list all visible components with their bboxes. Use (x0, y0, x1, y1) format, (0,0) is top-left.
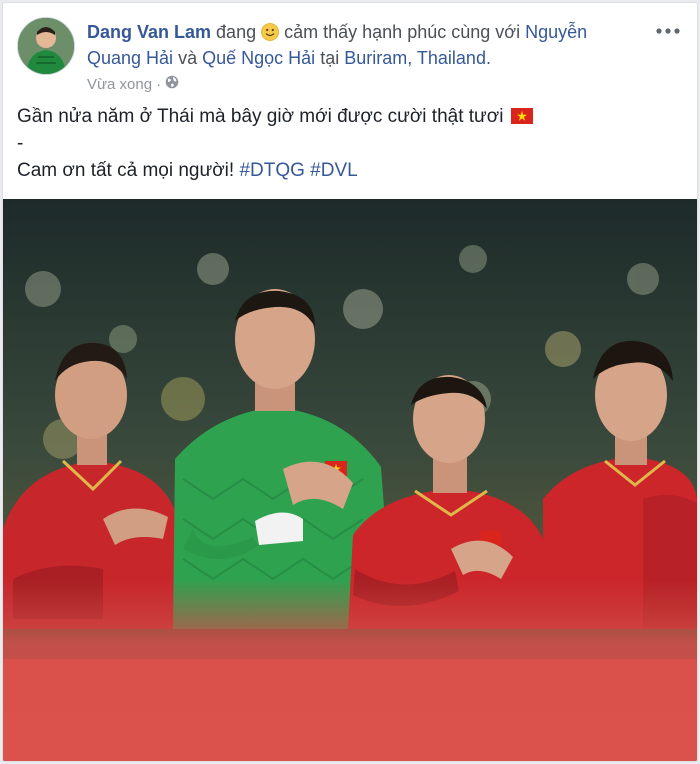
post-line-3-text: Cam ơn tất cả mọi người! (17, 160, 235, 181)
hashtag-dtqg[interactable]: #DTQG (239, 160, 304, 181)
post-body: Gần nửa năm ở Thái mà bây giờ mới được c… (17, 103, 677, 184)
verb-text: đang (216, 22, 257, 42)
post-line-3: Cam ơn tất cả mọi người! #DTQG #DVL (17, 157, 677, 184)
post-header: Dang Van Lam đang cảm thấy hạnh phúc cùn… (17, 17, 683, 93)
post-line-1: Gần nửa năm ở Thái mà bây giờ mới được c… (17, 103, 677, 130)
feeling-text: cảm thấy hạnh phúc (284, 22, 447, 42)
with-text: cùng với (451, 22, 521, 42)
post-photo[interactable] (3, 199, 697, 761)
vietnam-flag-icon (510, 108, 533, 124)
globe-icon[interactable] (165, 75, 179, 93)
location-link[interactable]: Buriram, Thailand. (344, 48, 491, 68)
tagged-friend-2[interactable]: Quế Ngọc Hải (202, 48, 315, 68)
post-line-2: - (17, 133, 24, 154)
post-meta: Vừa xong · (87, 75, 179, 93)
at-text: tại (320, 48, 340, 68)
and-text: và (178, 48, 198, 68)
post-line-1-text: Gần nửa năm ở Thái mà bây giờ mới được c… (17, 106, 504, 127)
meta-separator: · (156, 75, 162, 93)
author-avatar[interactable] (17, 17, 75, 75)
author-name[interactable]: Dang Van Lam (87, 22, 211, 42)
post-header-text: Dang Van Lam đang cảm thấy hạnh phúc cùn… (87, 19, 627, 71)
smile-emoji-icon (261, 22, 280, 41)
more-options-icon[interactable] (653, 21, 683, 41)
hashtag-dvl[interactable]: #DVL (310, 160, 358, 181)
facebook-post-card: Dang Van Lam đang cảm thấy hạnh phúc cùn… (2, 2, 698, 762)
timestamp-link[interactable]: Vừa xong (87, 76, 152, 93)
